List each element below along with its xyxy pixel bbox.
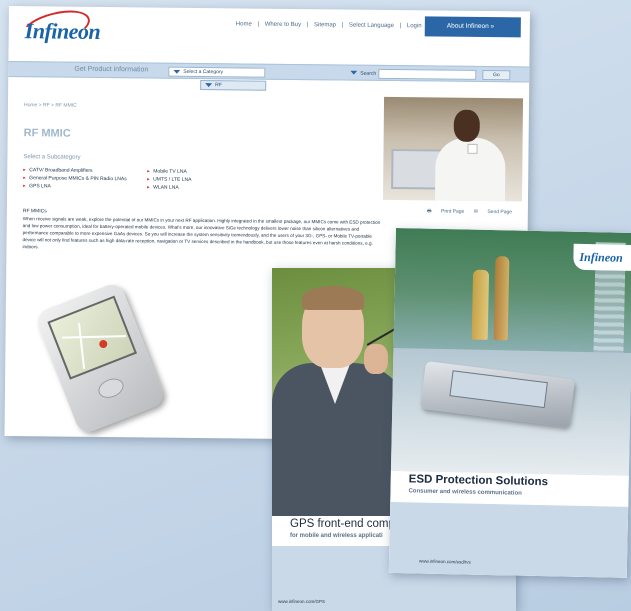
subcategory-link[interactable]: UMTS / LTE LNA: [147, 176, 191, 183]
subcategory-link[interactable]: General Purpose MMICs & PIN Radio LNAs: [23, 175, 127, 182]
subcategory-link[interactable]: WLAN LNA: [147, 184, 179, 191]
about-infineon-button[interactable]: About Infineon »: [424, 16, 521, 38]
subcategory-heading: Select a Subcategory: [23, 154, 81, 161]
search-label: Search: [346, 69, 376, 79]
nav-sitemap-link[interactable]: Sitemap: [314, 22, 336, 28]
nav-separator: |: [399, 23, 402, 30]
nav-where-to-buy-link[interactable]: Where to Buy: [265, 22, 301, 28]
nav-separator: |: [257, 21, 260, 28]
print-icon[interactable]: 🖶: [427, 208, 432, 214]
nav-separator: |: [306, 22, 309, 29]
top-navigation: Home | Where to Buy | Sitemap | Select L…: [234, 21, 424, 29]
subcategory-link[interactable]: Mobile TV LNA: [147, 168, 187, 175]
rf-category-tab[interactable]: RF: [200, 80, 267, 91]
gps-brochure-subtitle: for mobile and wireless applicati: [290, 533, 383, 539]
esd-brochure-url: www.infineon.com/esd/tvs: [418, 558, 471, 565]
nav-home-link[interactable]: Home: [236, 21, 252, 27]
send-icon[interactable]: ✉: [474, 209, 478, 215]
subcategory-link[interactable]: CATV/ Broadband Amplifiers: [23, 167, 92, 174]
map-pin-icon: [98, 338, 109, 350]
nav-separator: |: [341, 22, 344, 29]
nav-select-language-link[interactable]: Select Language: [349, 23, 394, 29]
man-with-laptop-photo: [382, 96, 524, 202]
print-page-link[interactable]: Print Page: [441, 209, 464, 215]
bar-title: Get Product information: [74, 65, 149, 74]
gps-phone-image: [33, 274, 191, 441]
subcategory-link[interactable]: GPS LNA: [23, 183, 51, 189]
description-heading: RF MMICs: [22, 208, 47, 215]
esd-brochure: Infineon ESD Protection Solutions Consum…: [388, 228, 631, 578]
send-page-link[interactable]: Send Page: [487, 209, 512, 215]
esd-brochure-panel: [388, 501, 629, 578]
subcategory-list: CATV/ Broadband Amplifiers General Purpo…: [23, 167, 283, 191]
page-title: RF MMIC: [23, 127, 71, 140]
page-actions: 🖶 Print Page ✉ Send Page: [427, 208, 520, 217]
category-select[interactable]: Select a Category: [168, 66, 266, 78]
nav-login-link[interactable]: Login: [407, 23, 422, 29]
go-button[interactable]: Go: [482, 69, 511, 81]
gps-brochure-url: www.infineon.com/GPS: [278, 599, 326, 604]
search-input[interactable]: [378, 68, 477, 80]
gps-brochure-title: GPS front-end compo: [290, 518, 402, 530]
product-info-bar: Get Product information Select a Categor…: [8, 60, 530, 83]
esd-brochure-logo: Infineon: [573, 243, 631, 271]
breadcrumb[interactable]: Home > RF > RF MMIC: [24, 102, 77, 109]
description-text: When receive signals are weak, explore t…: [22, 216, 381, 250]
infineon-logo[interactable]: Infineon: [25, 18, 101, 45]
